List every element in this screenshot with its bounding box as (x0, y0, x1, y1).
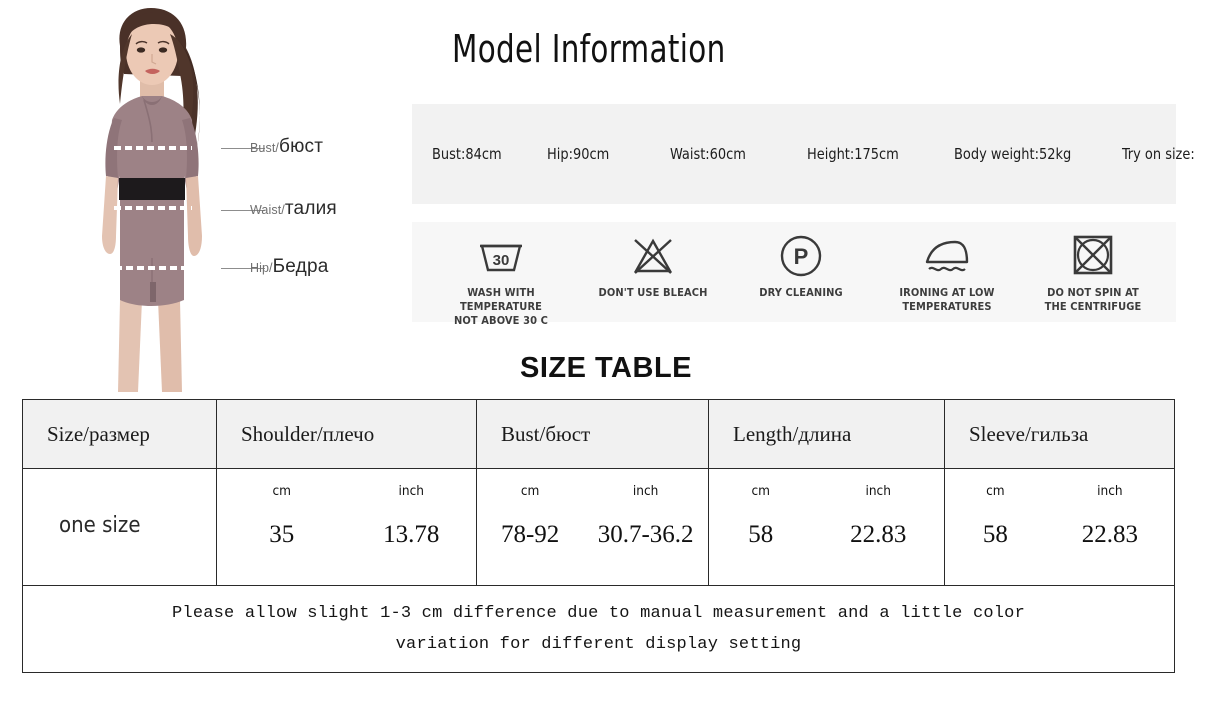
care-item-iron: IRONING AT LOW TEMPERATURES (872, 230, 1022, 314)
model-info-weight: Body weight:52kg (954, 145, 1072, 163)
model-info-try-on-size: Try on size: (1122, 145, 1195, 163)
model-photo (58, 0, 243, 398)
model-info-panel: Bust:84cm Hip:90cm Waist:60cm Height:175… (412, 104, 1195, 204)
svg-text:30: 30 (493, 252, 510, 269)
value-size-wrap: one size (23, 513, 216, 538)
header-cell-shoulder: Shoulder/плечо (216, 399, 477, 469)
hip-label: Hip/ Бедра (250, 256, 328, 278)
subheader-length: cm inch (709, 483, 944, 499)
page-title: Model Information (452, 27, 726, 71)
note-line-2: variation for different display setting (395, 635, 802, 654)
svg-text:P: P (794, 244, 809, 269)
waist-label-ru: талия (284, 198, 337, 219)
value-length-inch: 22.83 (850, 521, 907, 548)
header-cell-length: Length/длина (708, 399, 945, 469)
value-shoulder-inch: 13.78 (383, 521, 440, 548)
subheader-bust: cm inch (477, 483, 708, 499)
hip-label-en: Hip/ (250, 261, 273, 275)
value-sleeve-cm: 58 (982, 521, 1008, 548)
value-bust-inch: 30.7-36.2 (597, 521, 694, 548)
unit-bust-cm: cm (520, 483, 540, 499)
dry-clean-p-circle-icon: P (778, 230, 824, 282)
cell-shoulder: cm inch 35 13.78 (216, 468, 477, 586)
waist-label: Waist/ талия (250, 198, 337, 220)
value-bust-cm: 78-92 (500, 521, 560, 548)
header-shoulder: Shoulder/плечо (241, 421, 375, 446)
bust-label: Bust/ бюст (250, 136, 323, 158)
care-item-dry-clean: P DRY CLEANING (726, 230, 876, 300)
no-bleach-triangle-icon (630, 230, 676, 282)
header-cell-bust: Bust/бюст (476, 399, 709, 469)
header-cell-size: Size/размер (22, 399, 217, 469)
cell-note: Please allow slight 1-3 cm difference du… (22, 585, 1175, 673)
care-item-wash: 30 WASH WITH TEMPERATURE NOT ABOVE 30 C (426, 230, 576, 327)
model-info-row: Bust:84cm Hip:90cm Waist:60cm Height:175… (412, 104, 1195, 204)
unit-shoulder-cm: cm (272, 483, 291, 499)
waist-label-en: Waist/ (250, 203, 285, 217)
model-info-bust: Bust:84cm (432, 145, 502, 163)
care-instructions-panel: 30 WASH WITH TEMPERATURE NOT ABOVE 30 C D… (412, 222, 1176, 327)
model-photo-area: Bust/ бюст Waist/ талия Hip/ Бедра (0, 0, 400, 400)
unit-length-inch: inch (865, 483, 891, 499)
unit-sleeve-inch: inch (1097, 483, 1123, 499)
model-illustration (58, 0, 243, 398)
unit-shoulder-inch: inch (398, 483, 424, 499)
subheader-shoulder: cm inch (217, 483, 476, 499)
size-table-note-row: Please allow slight 1-3 cm difference du… (22, 585, 1175, 673)
values-bust: 78-92 30.7-36.2 (477, 521, 708, 549)
cell-length: cm inch 58 22.83 (708, 468, 945, 586)
header-cell-sleeve: Sleeve/гильза (944, 399, 1175, 469)
subheader-sleeve: cm inch (945, 483, 1174, 499)
header-size: Size/размер (47, 421, 150, 446)
values-length: 58 22.83 (709, 521, 944, 549)
care-item-bleach: DON'T USE BLEACH (578, 230, 728, 300)
value-length-cm: 58 (748, 521, 774, 548)
hip-label-ru: Бедра (272, 256, 329, 277)
care-label-dry-clean: DRY CLEANING (759, 286, 843, 299)
value-shoulder-cm: 35 (269, 521, 295, 548)
size-table-header-row: Size/размер Shoulder/плечо Bust/бюст Len… (22, 399, 1175, 469)
care-label-iron: IRONING AT LOW TEMPERATURES (899, 286, 995, 313)
unit-length-cm: cm (751, 483, 770, 499)
header-length: Length/длина (733, 421, 852, 446)
size-table-title: SIZE TABLE (519, 352, 693, 384)
value-sleeve-inch: 22.83 (1081, 521, 1138, 548)
note-line-1: Please allow slight 1-3 cm difference du… (172, 603, 1025, 623)
care-item-no-spin: DO NOT SPIN AT THE CENTRIFUGE (1018, 230, 1168, 314)
care-label-wash: WASH WITH TEMPERATURE NOT ABOVE 30 C (454, 286, 548, 327)
model-info-height: Height:175cm (807, 145, 900, 163)
cell-sleeve: cm inch 58 22.83 (944, 468, 1175, 586)
model-info-hip: Hip:90cm (546, 145, 610, 163)
no-spin-centrifuge-icon (1069, 230, 1117, 282)
value-one-size: one size (59, 513, 141, 538)
cell-size: one size (22, 468, 217, 586)
unit-bust-inch: inch (632, 483, 659, 499)
size-table-data-row: one size cm inch 35 13.78 cm inch 78-92 … (22, 468, 1175, 586)
unit-sleeve-cm: cm (986, 483, 1005, 499)
model-info-waist: Waist:60cm (669, 145, 746, 163)
header-bust: Bust/бюст (501, 421, 591, 446)
bust-label-ru: бюст (279, 136, 324, 157)
size-chart-page: Bust/ бюст Waist/ талия Hip/ Бедра Model… (0, 0, 1212, 713)
bust-label-en: Bust/ (250, 141, 279, 155)
values-shoulder: 35 13.78 (217, 521, 476, 549)
header-sleeve: Sleeve/гильза (969, 421, 1089, 446)
size-table: Size/размер Shoulder/плечо Bust/бюст Len… (22, 399, 1175, 673)
cell-bust: cm inch 78-92 30.7-36.2 (476, 468, 709, 586)
iron-low-temperature-icon (921, 230, 973, 282)
care-label-no-spin: DO NOT SPIN AT THE CENTRIFUGE (1044, 286, 1142, 313)
wash-tub-30-icon: 30 (476, 230, 526, 282)
values-sleeve: 58 22.83 (945, 521, 1174, 549)
care-label-bleach: DON'T USE BLEACH (598, 286, 708, 299)
